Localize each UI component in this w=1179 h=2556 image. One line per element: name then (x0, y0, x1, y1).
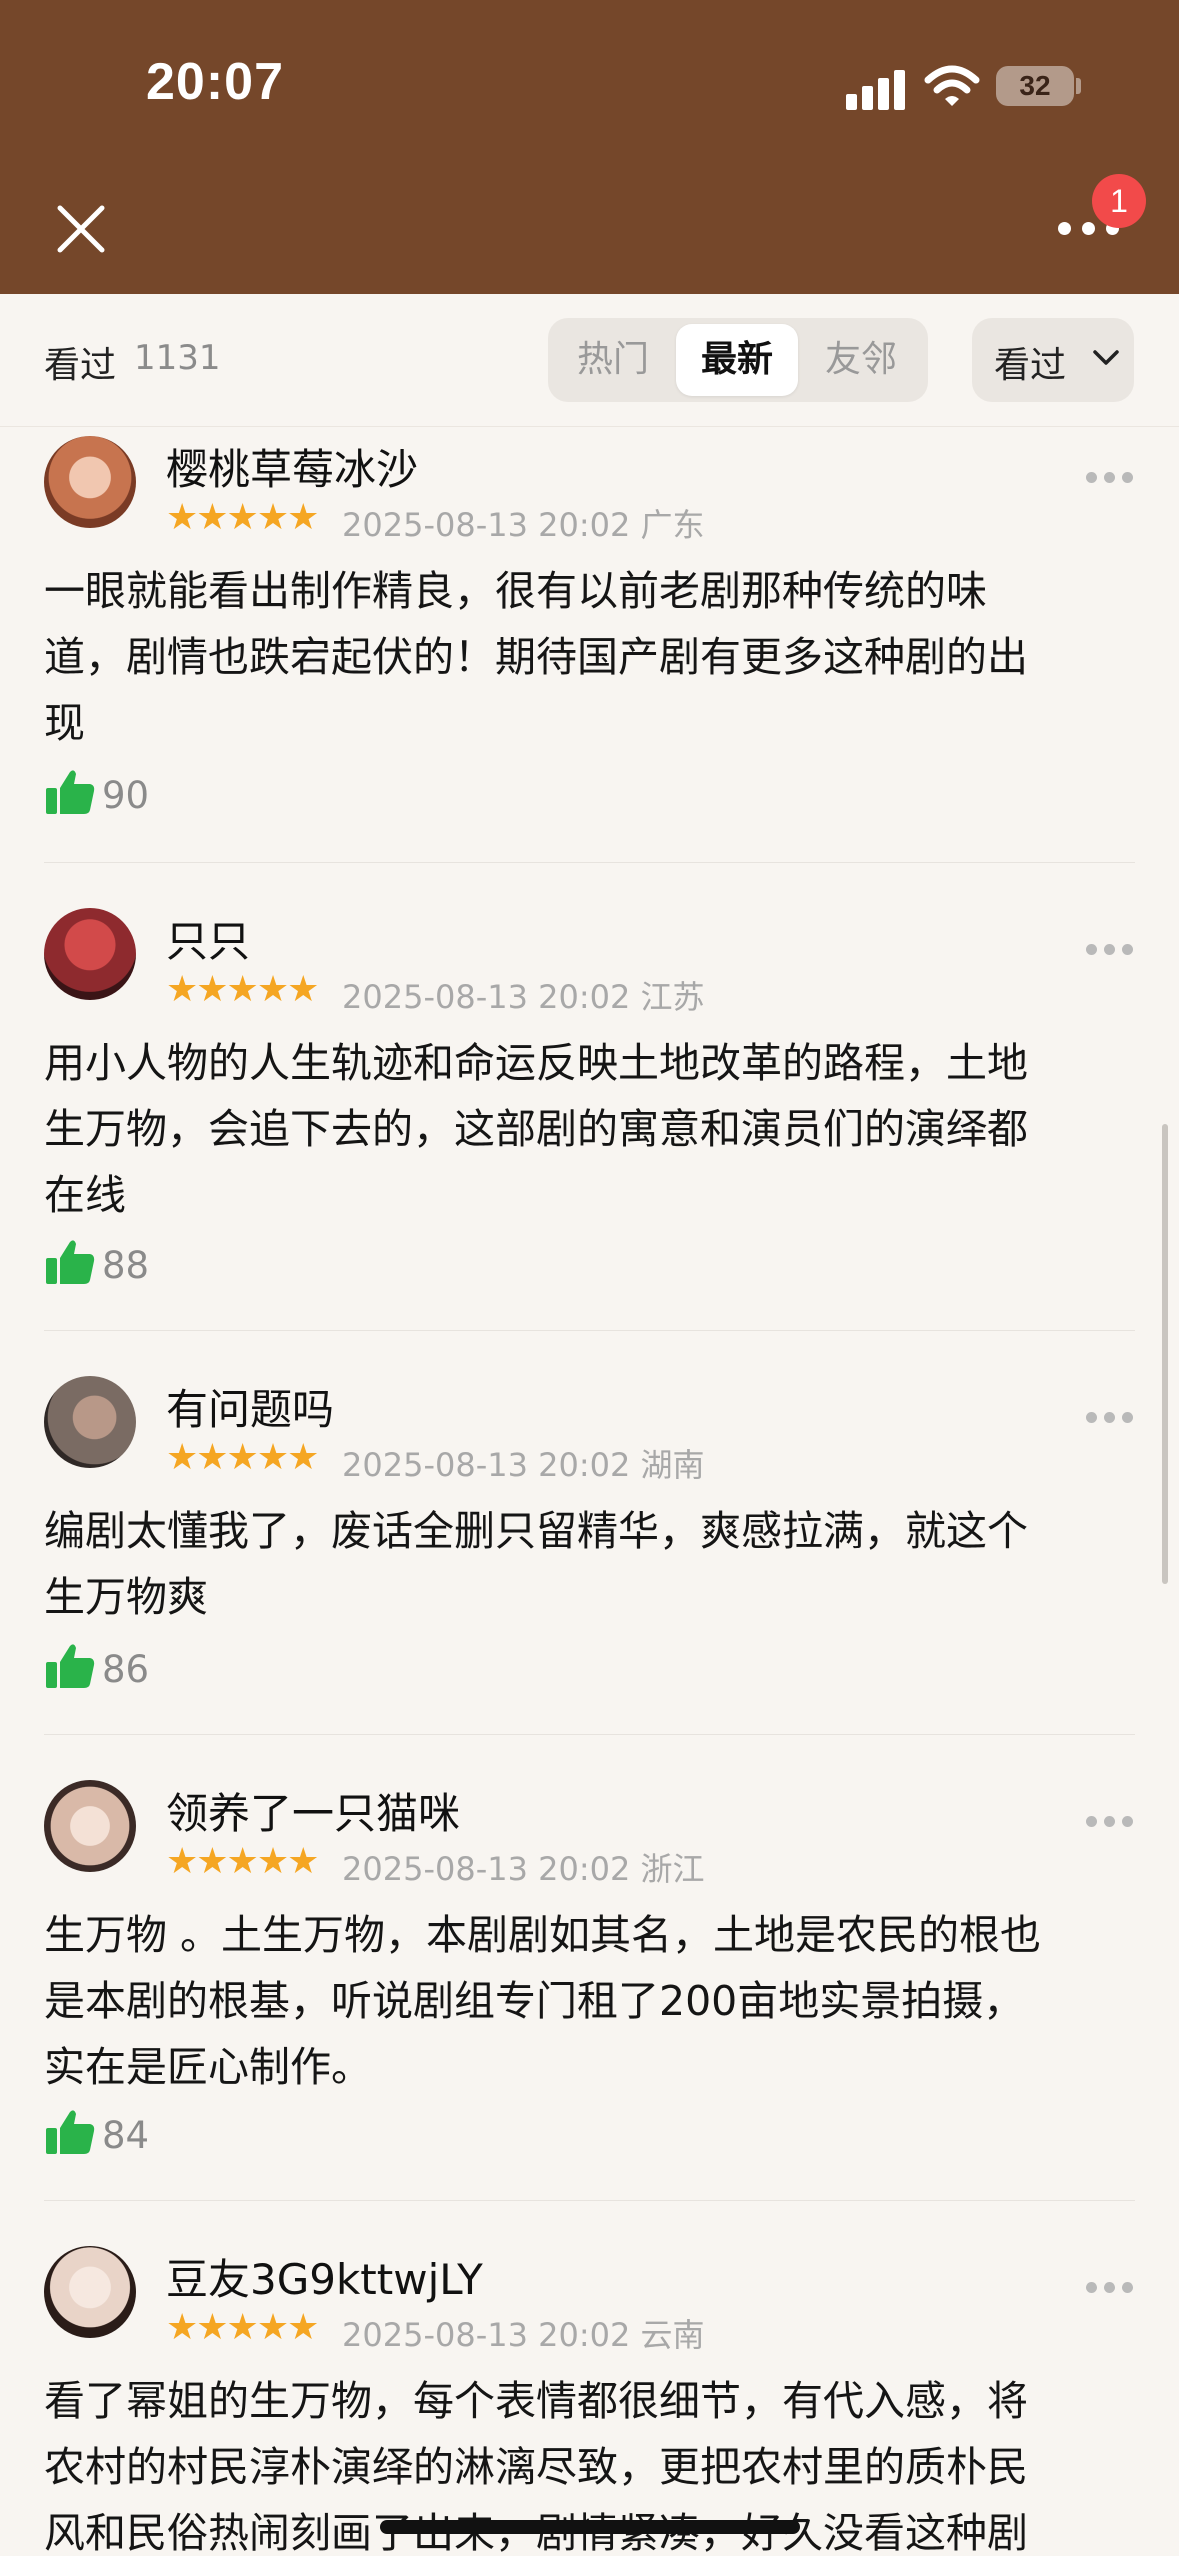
review-text-line: 一眼就能看出制作精良，很有以前老剧那种传统的味 (44, 567, 987, 615)
review-date: 2025-08-13 20:02 (342, 1446, 631, 1484)
review-text-line: 是本剧的根基，听说剧组专门租了200亩地实景拍摄， (44, 1977, 1025, 2025)
divider (44, 2200, 1135, 2201)
review-username[interactable]: 有问题吗 (166, 1376, 334, 1437)
tab-friends[interactable]: 友邻 (800, 324, 922, 396)
scrollbar[interactable] (1162, 1124, 1168, 1584)
review-meta: 2025-08-13 20:02 湖南 (342, 1440, 705, 1486)
review-location: 云南 (640, 2316, 705, 2354)
seen-filter-dropdown[interactable]: 看过 (972, 318, 1134, 402)
review-text-line: 农村的村民淳朴演绎的淋漓尽致，更把农村里的质朴民 (44, 2443, 1028, 2491)
dropdown-label: 看过 (994, 345, 1067, 386)
review-date: 2025-08-13 20:02 (342, 978, 631, 1016)
thumbs-up-icon (46, 1240, 95, 1284)
review-text: 生万物 。土生万物，本剧剧如其名，土地是农民的根也 是本剧的根基，听说剧组专门租… (44, 1902, 1154, 2100)
review-username[interactable]: 樱桃草莓冰沙 (166, 436, 418, 497)
divider (44, 1330, 1135, 1331)
review-text-line: 生万物 。土生万物，本剧剧如其名，土地是农民的根也 (44, 1911, 1042, 1959)
seen-label: 看过 (44, 345, 117, 386)
review-username[interactable]: 领养了一只猫咪 (166, 1780, 460, 1841)
like-count: 90 (102, 774, 150, 817)
review-username[interactable]: 只只 (166, 908, 250, 969)
battery-icon: 32 (996, 66, 1074, 106)
thumbs-up-icon (46, 1644, 95, 1688)
divider (44, 1734, 1135, 1735)
review-date: 2025-08-13 20:02 (342, 1850, 631, 1888)
review-text-line: 生万物爽 (44, 1573, 208, 1621)
home-indicator[interactable] (380, 2520, 800, 2534)
review-location: 广东 (640, 506, 705, 544)
status-time: 20:07 (146, 53, 284, 111)
review-text-line: 看了幂姐的生万物，每个表情都很细节，有代入感，将 (44, 2377, 1028, 2425)
review-text: 一眼就能看出制作精良，很有以前老剧那种传统的味 道，剧情也跌宕起伏的！期待国产剧… (44, 558, 1154, 756)
review-location: 湖南 (640, 1446, 705, 1484)
notification-badge: 1 (1092, 174, 1146, 228)
review-text-line: 现 (44, 699, 85, 747)
review-text-line: 道，剧情也跌宕起伏的！期待国产剧有更多这种剧的出 (44, 633, 1028, 681)
sort-segmented-control: 热门 最新 友邻 (548, 318, 928, 402)
review-text-line: 实在是匠心制作。 (44, 2043, 372, 2091)
review-location: 江苏 (640, 978, 705, 1016)
review-more-icon[interactable] (1086, 1412, 1134, 1426)
review-date: 2025-08-13 20:02 (342, 2316, 631, 2354)
review-location: 浙江 (640, 1850, 705, 1888)
review-text-line: 生万物，会追下去的，这部剧的寓意和演员们的演绎都 (44, 1105, 1028, 1153)
review-meta: 2025-08-13 20:02 云南 (342, 2310, 705, 2356)
wifi-icon (924, 65, 980, 106)
review-username[interactable]: 豆友3G9kttwjLY (166, 2246, 483, 2307)
battery-cap (1076, 78, 1081, 94)
avatar[interactable] (44, 436, 136, 528)
rating-stars: ★★★★★ (166, 2307, 319, 2348)
tab-latest[interactable]: 最新 (676, 324, 798, 396)
review-text-line: 用小人物的人生轨迹和命运反映土地改革的路程，土地 (44, 1039, 1028, 1087)
rating-stars: ★★★★★ (166, 497, 319, 538)
rating-stars: ★★★★★ (166, 1841, 319, 1882)
like-count: 88 (102, 1244, 150, 1287)
battery-level: 32 (1019, 70, 1051, 101)
review-text: 编剧太懂我了，废话全删只留精华，爽感拉满，就这个 生万物爽 (44, 1498, 1154, 1630)
review-more-icon[interactable] (1086, 2282, 1134, 2296)
avatar[interactable] (44, 1780, 136, 1872)
cellular-signal-icon (846, 66, 906, 110)
top-bar: 20:07 32 1 (0, 0, 1179, 294)
avatar[interactable] (44, 908, 136, 1000)
like-count: 86 (102, 1648, 150, 1691)
thumbs-up-icon (46, 770, 95, 814)
review-text-line: 在线 (44, 1171, 126, 1219)
review-more-icon[interactable] (1086, 1816, 1134, 1830)
review-meta: 2025-08-13 20:02 江苏 (342, 972, 705, 1018)
review-text-line: 编剧太懂我了，废话全删只留精华，爽感拉满，就这个 (44, 1507, 1028, 1555)
rating-stars: ★★★★★ (166, 1437, 319, 1478)
chevron-down-icon (1093, 350, 1119, 365)
avatar[interactable] (44, 1376, 136, 1468)
review-meta: 2025-08-13 20:02 浙江 (342, 1844, 705, 1890)
avatar[interactable] (44, 2246, 136, 2338)
divider (44, 862, 1135, 863)
review-more-icon[interactable] (1086, 472, 1134, 486)
like-count: 84 (102, 2114, 150, 2157)
seen-count: 1131 (134, 338, 221, 378)
rating-stars: ★★★★★ (166, 969, 319, 1010)
tab-hot[interactable]: 热门 (552, 324, 674, 396)
filter-bar: 看过 1131 热门 最新 友邻 看过 (0, 294, 1179, 427)
review-text: 用小人物的人生轨迹和命运反映土地改革的路程，土地 生万物，会追下去的，这部剧的寓… (44, 1030, 1154, 1228)
review-date: 2025-08-13 20:02 (342, 506, 631, 544)
review-more-icon[interactable] (1086, 944, 1134, 958)
thumbs-up-icon (46, 2110, 95, 2154)
close-icon[interactable] (46, 194, 116, 264)
reviews-screen: 20:07 32 1 看过 1131 热门 最新 友邻 看过 樱桃草莓冰沙 ★★… (0, 0, 1179, 2556)
review-meta: 2025-08-13 20:02 广东 (342, 500, 705, 546)
